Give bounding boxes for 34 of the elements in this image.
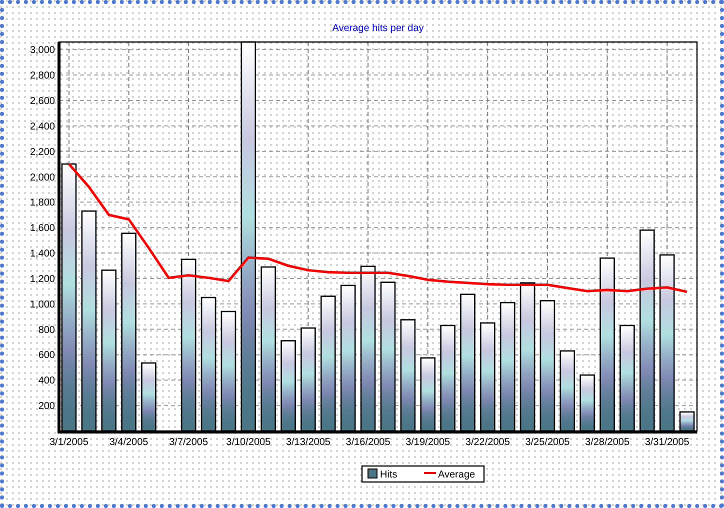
y-tick-label: 1,800 bbox=[30, 198, 55, 209]
x-tick-label: 3/25/2005 bbox=[525, 437, 570, 448]
y-tick-label: 1,200 bbox=[30, 274, 55, 285]
y-tick-label: 2,600 bbox=[30, 96, 55, 107]
legend-label: Hits bbox=[380, 470, 398, 480]
legend-line bbox=[424, 472, 436, 474]
bar bbox=[141, 362, 156, 432]
y-tick-label: 3,000 bbox=[30, 45, 55, 56]
x-tick-label: 3/10/2005 bbox=[226, 437, 271, 448]
y-tick-label: 2,400 bbox=[30, 121, 55, 132]
y-tick-label: 1,400 bbox=[30, 248, 55, 260]
bar bbox=[679, 411, 695, 432]
x-tick-label: 3/22/2005 bbox=[465, 437, 510, 448]
x-tick-label: 3/13/2005 bbox=[286, 437, 330, 448]
y-tick-label: 2,200 bbox=[30, 146, 55, 158]
x-tick-label: 3/4/2005 bbox=[109, 437, 148, 448]
x-tick-label: 3/7/2005 bbox=[169, 437, 208, 448]
chart-title: Average hits per day bbox=[332, 23, 424, 34]
legend-swatch bbox=[368, 468, 378, 478]
x-tick-label: 3/1/2005 bbox=[50, 437, 88, 448]
legend-label: Average bbox=[438, 470, 476, 480]
y-tick-label: 200 bbox=[38, 401, 55, 412]
bar bbox=[580, 374, 595, 432]
x-tick-label: 3/19/2005 bbox=[406, 437, 450, 448]
y-tick-label: 2,000 bbox=[30, 172, 55, 184]
y-tick-label: 1,600 bbox=[30, 223, 55, 234]
x-tick-label: 3/28/2005 bbox=[585, 437, 630, 448]
x-tick-label: 3/16/2005 bbox=[346, 437, 390, 448]
x-tick-label: 3/31/2005 bbox=[644, 437, 690, 448]
y-tick-label: 1,000 bbox=[30, 299, 55, 310]
y-tick-label: 600 bbox=[38, 350, 55, 362]
y-tick-label: 2,800 bbox=[30, 70, 55, 82]
y-tick-label: 400 bbox=[38, 376, 55, 387]
y-tick-label: 800 bbox=[38, 324, 55, 336]
